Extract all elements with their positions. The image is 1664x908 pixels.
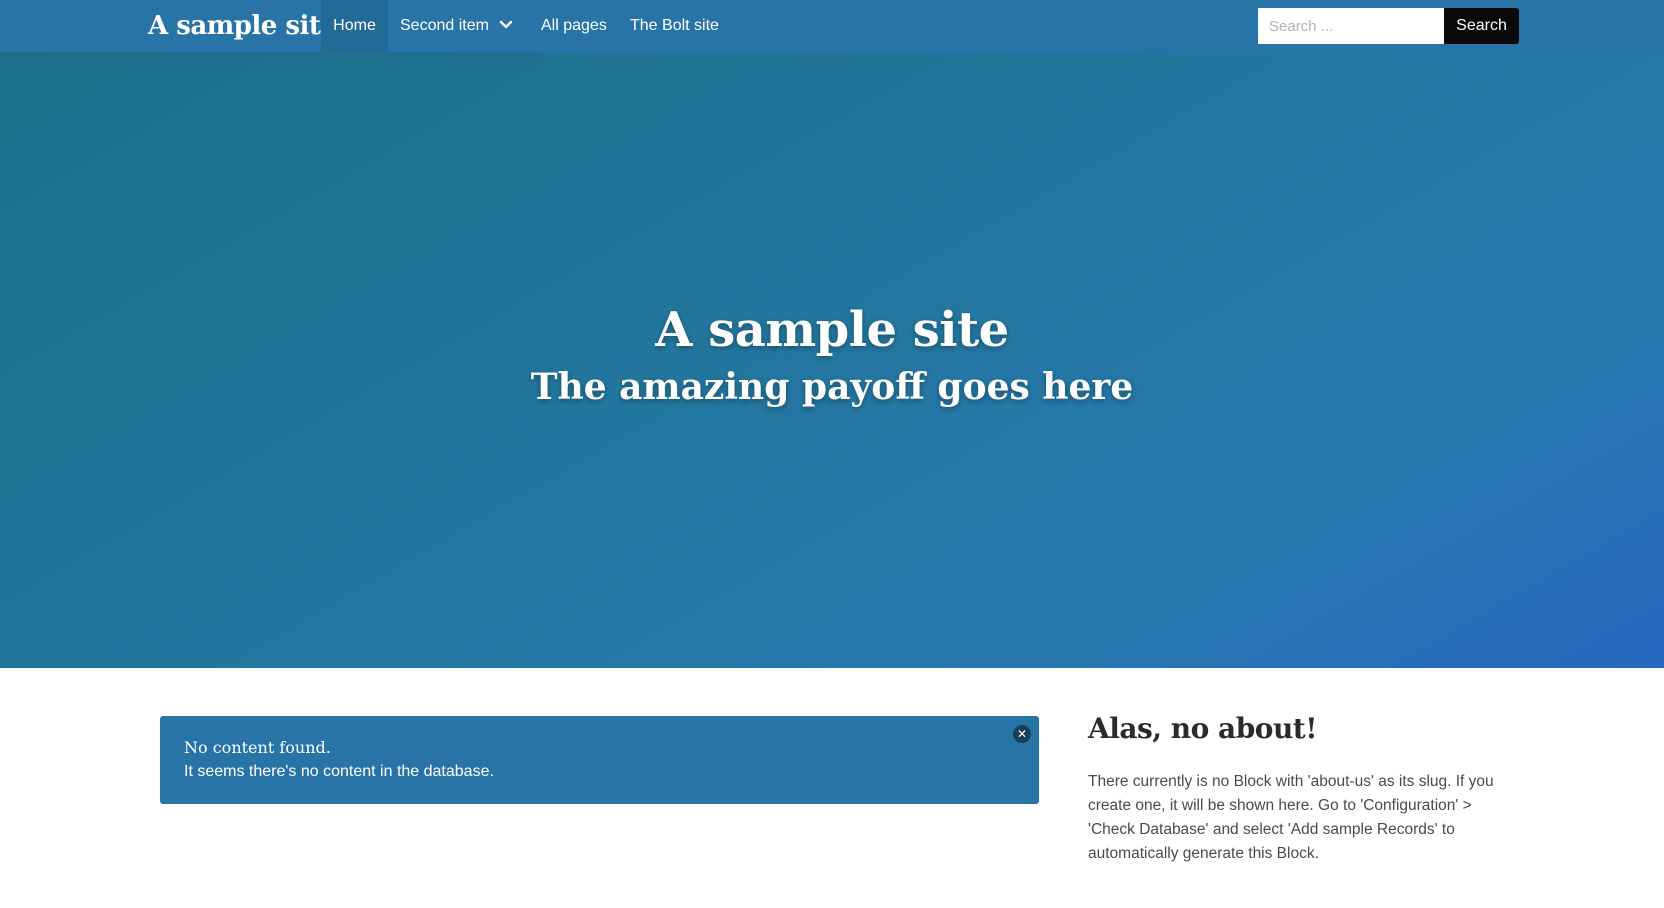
alert-message: It seems there's no content in the datab… <box>184 763 494 780</box>
nav-item-all-pages[interactable]: All pages <box>541 0 607 52</box>
site-brand-link[interactable]: A sample site <box>148 0 337 52</box>
search-button[interactable]: Search <box>1444 8 1519 44</box>
top-navbar: A sample site Home Second item All pages… <box>0 0 1664 52</box>
close-icon[interactable]: ✕ <box>1013 725 1031 743</box>
chevron-down-icon <box>499 0 513 52</box>
hero-title: A sample site <box>655 302 1009 358</box>
hero-banner: A sample site The amazing payoff goes he… <box>0 52 1664 668</box>
about-text: There currently is no Block with 'about-… <box>1088 773 1494 862</box>
hero-subtitle: The amazing payoff goes here <box>530 366 1134 408</box>
search-input[interactable] <box>1258 8 1444 44</box>
alert-title: No content found. <box>184 738 331 757</box>
nav-item-home[interactable]: Home <box>321 0 388 52</box>
nav-item-bolt-site[interactable]: The Bolt site <box>630 0 719 52</box>
nav-item-second-label: Second item <box>400 17 489 35</box>
about-heading: Alas, no about! <box>1088 712 1318 745</box>
no-content-alert: No content found. It seems there's no co… <box>160 716 1039 804</box>
nav-item-second-item[interactable]: Second item <box>400 0 513 52</box>
